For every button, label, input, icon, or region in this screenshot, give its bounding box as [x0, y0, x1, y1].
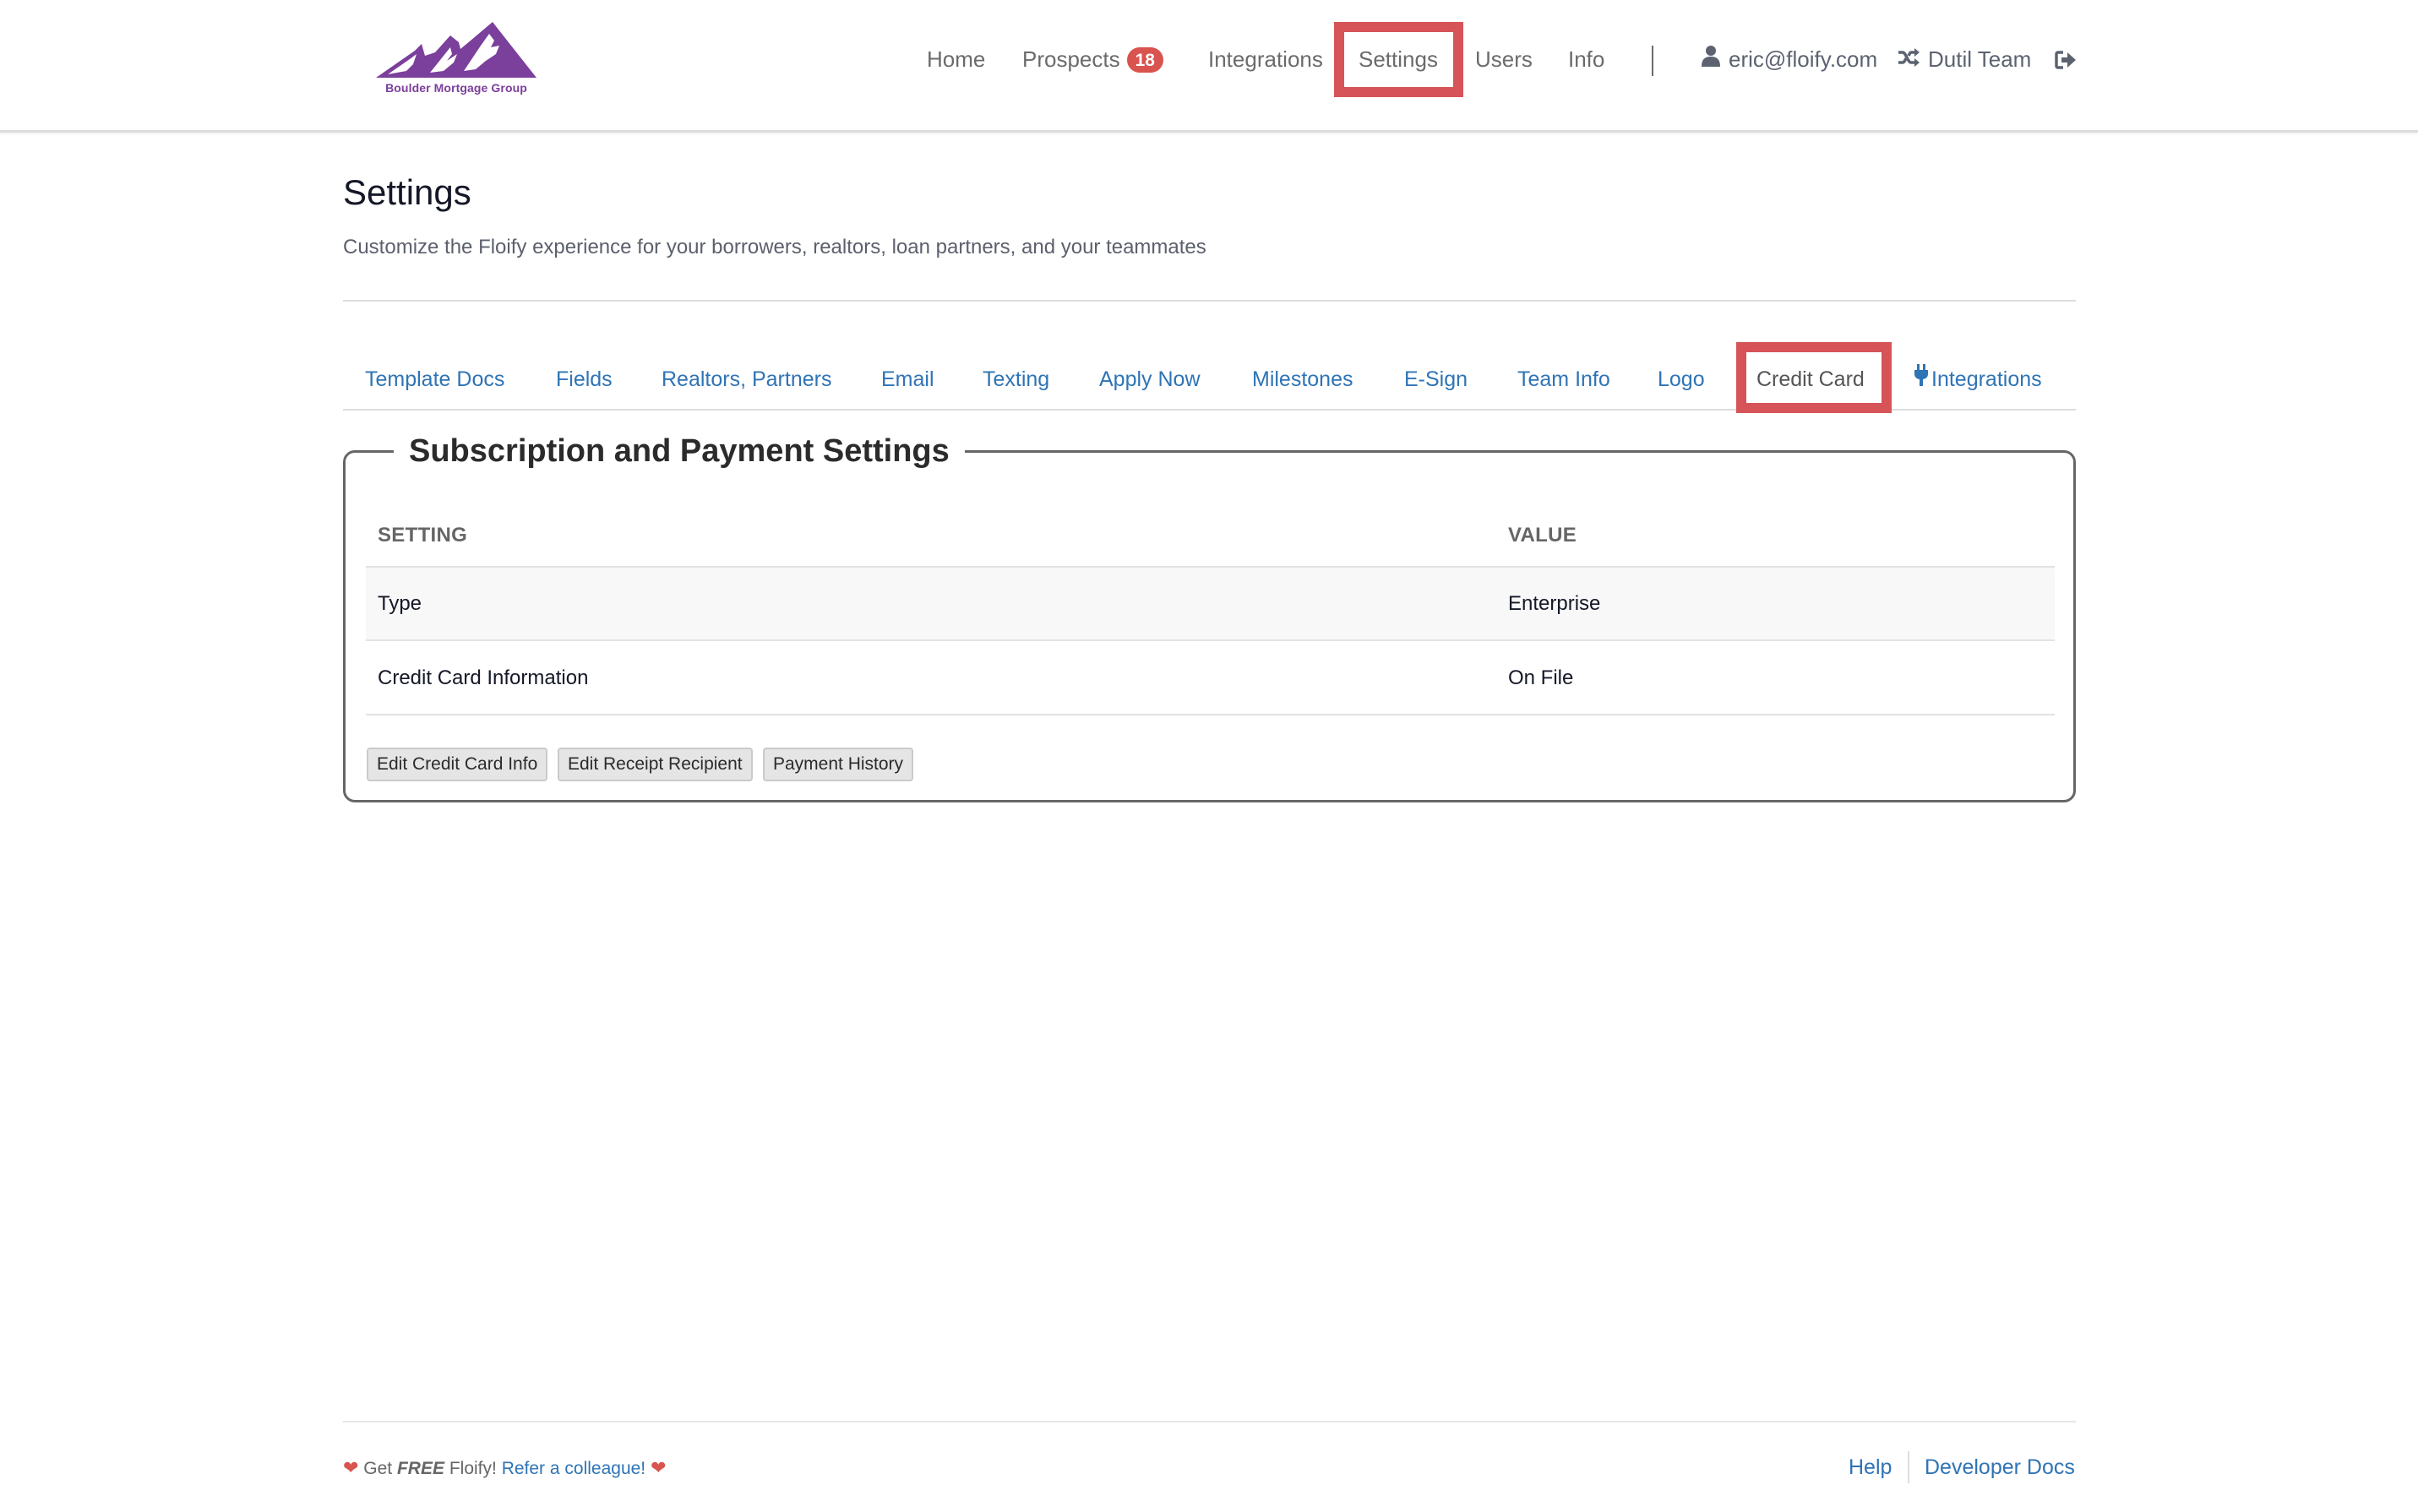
tab-integrations-label: Integrations [1931, 367, 2042, 391]
column-header-value: VALUE [1508, 524, 1577, 547]
edit-credit-card-info-button[interactable]: Edit Credit Card Info [367, 748, 548, 781]
nav-users[interactable]: Users [1475, 44, 1533, 74]
nav-divider [1652, 46, 1653, 76]
tab-logo[interactable]: Logo [1658, 365, 1705, 394]
payment-history-button[interactable]: Payment History [763, 748, 914, 781]
nav-home[interactable]: Home [927, 44, 985, 74]
tab-template-docs[interactable]: Template Docs [365, 365, 504, 394]
tab-credit-card[interactable]: Credit Card [1756, 365, 1865, 394]
team-name: Dutil Team [1928, 46, 2032, 72]
nav-info[interactable]: Info [1568, 44, 1604, 74]
nav-integrations[interactable]: Integrations [1208, 44, 1323, 74]
sign-out-icon[interactable] [2055, 47, 2077, 78]
subscription-panel-title: Subscription and Payment Settings [394, 429, 965, 473]
title-divider [343, 300, 2076, 302]
heart-icon: ❤ [343, 1457, 359, 1478]
plug-icon [1914, 363, 1928, 394]
promo-floify: Floify! [449, 1459, 497, 1478]
row-credit-card-value: On File [1508, 666, 1574, 689]
switch-team-link[interactable]: Dutil Team [1898, 44, 2031, 76]
row-credit-card-setting: Credit Card Information [378, 666, 589, 689]
user-icon [1702, 44, 1720, 74]
tab-apply-now[interactable]: Apply Now [1099, 365, 1201, 394]
tab-milestones[interactable]: Milestones [1252, 365, 1353, 394]
page-subtitle: Customize the Floify experience for your… [343, 236, 1206, 258]
logo-text: Boulder Mortgage Group [385, 81, 527, 95]
footer-link-divider [1908, 1451, 1909, 1483]
nav-settings[interactable]: Settings [1359, 44, 1438, 74]
help-link[interactable]: Help [1849, 1453, 1892, 1482]
tab-realtors-partners[interactable]: Realtors, Partners [662, 365, 831, 394]
prospects-count-badge: 18 [1126, 47, 1163, 73]
nav-prospects[interactable]: Prospects 18 [1022, 44, 1163, 74]
table-row-divider [366, 714, 2055, 715]
developer-docs-link[interactable]: Developer Docs [1925, 1453, 2075, 1482]
top-navbar: Boulder Mortgage Group Home Prospects 18 … [0, 0, 2418, 133]
shuffle-icon [1898, 44, 1920, 74]
page-title: Settings [343, 172, 471, 212]
table-row-divider [366, 639, 2055, 641]
row-type-setting: Type [378, 592, 422, 615]
mountain-logo-icon [376, 22, 536, 78]
table-row-stripe [366, 568, 2055, 640]
refer-colleague-link[interactable]: Refer a colleague! [502, 1459, 645, 1478]
company-logo[interactable]: Boulder Mortgage Group [376, 22, 536, 100]
tab-texting[interactable]: Texting [983, 365, 1049, 394]
table-header-divider [366, 566, 2055, 568]
edit-receipt-recipient-button[interactable]: Edit Receipt Recipient [558, 748, 753, 781]
column-header-setting: SETTING [378, 524, 468, 547]
tab-team-info[interactable]: Team Info [1517, 365, 1610, 394]
tab-integrations[interactable]: Integrations [1914, 363, 2042, 395]
tab-e-sign[interactable]: E-Sign [1404, 365, 1468, 394]
footer-divider [343, 1421, 2076, 1422]
user-account-link[interactable]: eric@floify.com [1702, 44, 1877, 76]
referral-promo: ❤ Get FREE Floify! Refer a colleague! ❤ [343, 1455, 666, 1482]
promo-get: Get [363, 1459, 393, 1478]
tab-fields[interactable]: Fields [556, 365, 613, 394]
heart-icon: ❤ [651, 1457, 667, 1478]
row-type-value: Enterprise [1508, 592, 1601, 615]
user-email: eric@floify.com [1729, 46, 1878, 72]
tab-email[interactable]: Email [881, 365, 934, 394]
promo-free: FREE [396, 1459, 444, 1478]
nav-prospects-label: Prospects [1022, 46, 1120, 72]
